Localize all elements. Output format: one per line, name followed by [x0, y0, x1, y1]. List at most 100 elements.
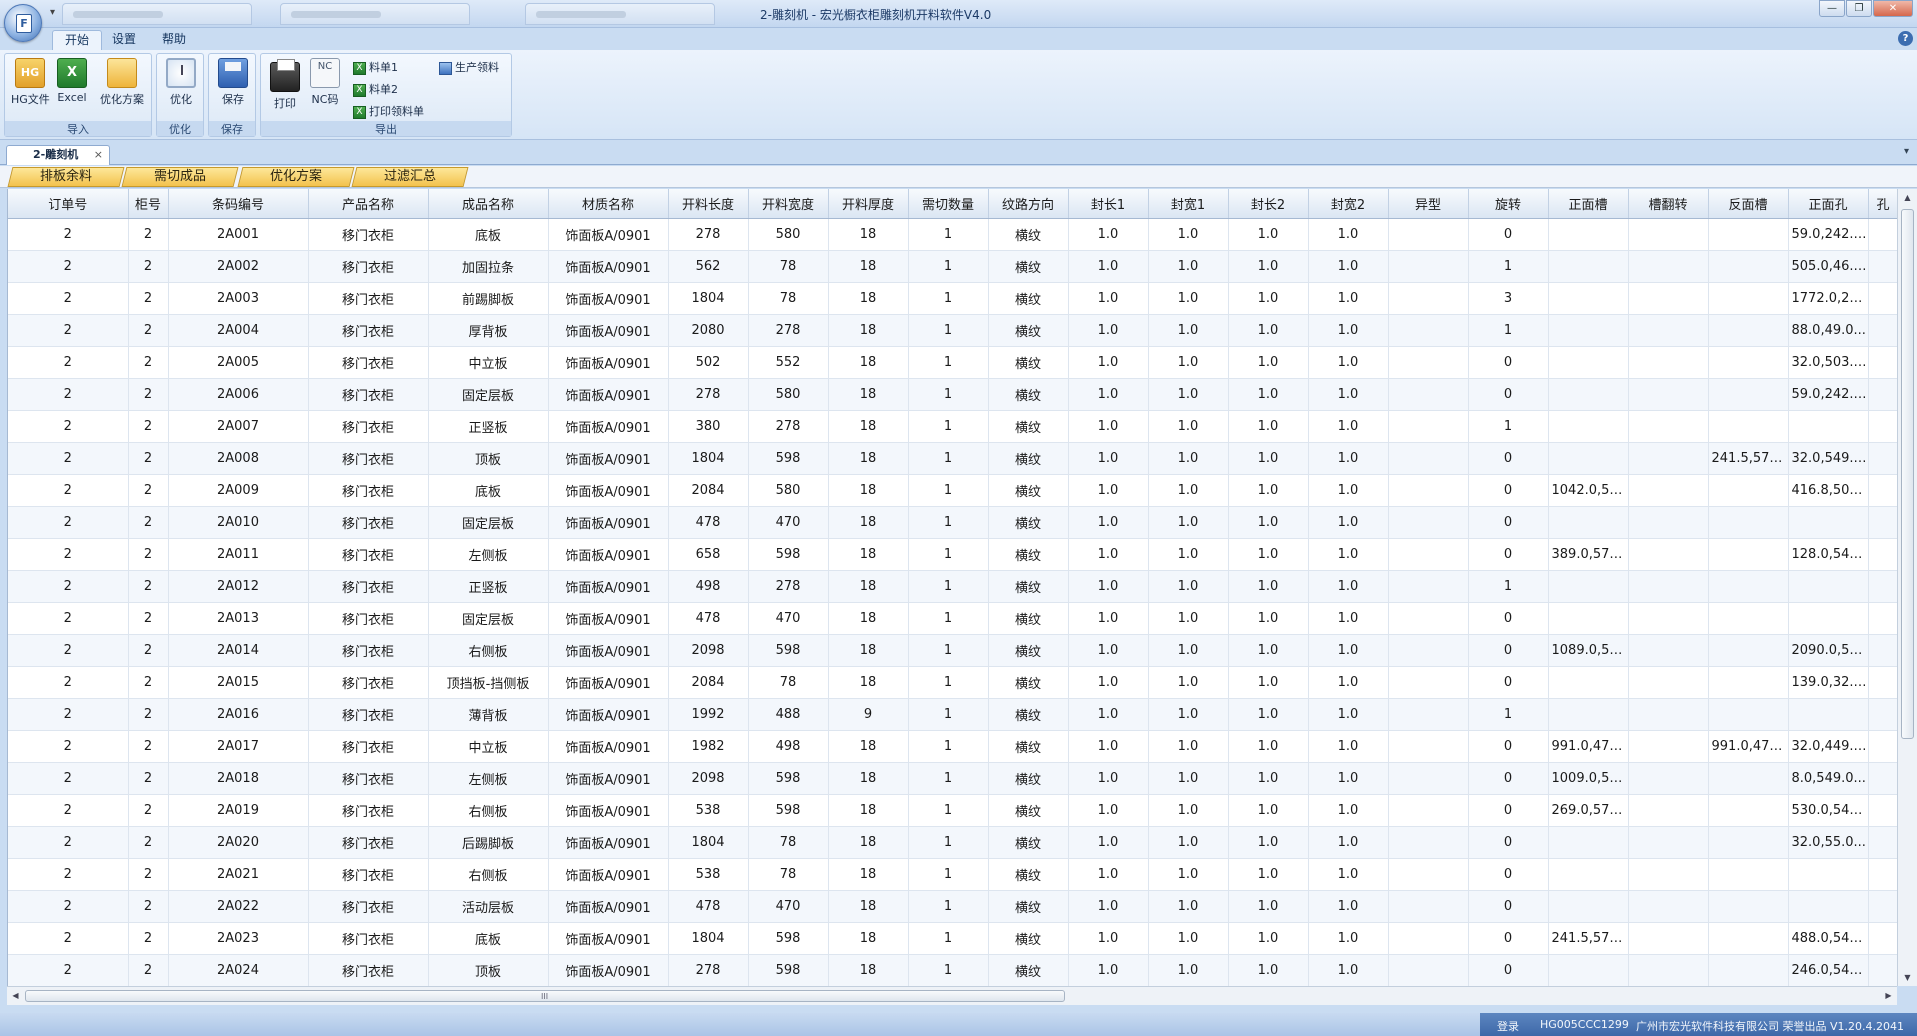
table-cell[interactable]: 18 — [828, 666, 909, 699]
table-cell[interactable] — [1708, 634, 1789, 667]
table-cell[interactable]: 1.0 — [1228, 826, 1309, 859]
table-cell[interactable]: 1 — [908, 954, 989, 986]
table-cell[interactable]: 2A012 — [168, 570, 309, 603]
table-cell[interactable]: 1.0 — [1068, 794, 1149, 827]
table-cell[interactable]: 241.5,576.... — [1548, 922, 1629, 955]
table-cell[interactable] — [1628, 698, 1709, 731]
table-cell[interactable] — [1628, 378, 1709, 411]
nc-code-button[interactable]: NC NC码 — [309, 58, 341, 107]
table-cell[interactable]: 1 — [1468, 250, 1549, 283]
scroll-left-icon[interactable]: ◀ — [7, 987, 24, 1005]
table-cell[interactable]: 1.0 — [1148, 794, 1229, 827]
table-cell[interactable] — [1548, 442, 1629, 475]
table-cell[interactable] — [1388, 730, 1469, 763]
table-cell[interactable]: 2A022 — [168, 890, 309, 923]
table-cell[interactable]: 2 — [8, 826, 129, 859]
table-cell[interactable]: 横纹 — [988, 410, 1069, 443]
table-cell[interactable]: 饰面板A/0901 — [548, 506, 669, 539]
close-icon[interactable]: × — [94, 146, 103, 164]
table-cell[interactable] — [1628, 442, 1709, 475]
table-cell[interactable] — [1708, 410, 1789, 443]
table-cell[interactable] — [1628, 282, 1709, 315]
table-cell[interactable]: 1.0 — [1148, 218, 1229, 251]
table-row[interactable]: 2 2 2A010 移门衣柜 固定层板 饰面板A/0901 478 470 18 1 横纹 1.0 1.… — [8, 506, 1897, 539]
table-cell[interactable]: 1.0 — [1148, 474, 1229, 507]
table-cell[interactable]: 饰面板A/0901 — [548, 218, 669, 251]
table-cell[interactable]: 18 — [828, 602, 909, 635]
table-cell[interactable]: 移门衣柜 — [308, 762, 429, 795]
table-cell[interactable]: 1 — [908, 314, 989, 347]
table-cell[interactable] — [1628, 410, 1709, 443]
table-cell[interactable]: 2 — [128, 570, 169, 603]
table-cell[interactable]: 1.0 — [1148, 730, 1229, 763]
table-cell[interactable]: 1.0 — [1228, 698, 1309, 731]
table-cell[interactable] — [1388, 570, 1469, 603]
table-cell[interactable]: 478 — [668, 890, 749, 923]
table-cell[interactable]: 固定层板 — [428, 506, 549, 539]
table-cell[interactable] — [1868, 922, 1897, 955]
column-header[interactable]: 旋转 — [1468, 189, 1549, 219]
table-cell[interactable]: 移门衣柜 — [308, 602, 429, 635]
table-cell[interactable]: 78 — [748, 858, 829, 891]
table-cell[interactable]: 移门衣柜 — [308, 442, 429, 475]
table-cell[interactable]: 1.0 — [1228, 250, 1309, 283]
table-cell[interactable] — [1388, 602, 1469, 635]
table-cell[interactable] — [1708, 314, 1789, 347]
table-cell[interactable]: 1 — [908, 698, 989, 731]
table-cell[interactable]: 1772.0,23.... — [1788, 282, 1869, 315]
table-cell[interactable]: 0 — [1468, 538, 1549, 571]
table-cell[interactable]: 横纹 — [988, 730, 1069, 763]
table-cell[interactable]: 1.0 — [1308, 474, 1389, 507]
table-cell[interactable]: 2 — [8, 282, 129, 315]
table-cell[interactable]: 2A019 — [168, 794, 309, 827]
table-cell[interactable]: 2 — [8, 666, 129, 699]
table-cell[interactable]: 2 — [128, 634, 169, 667]
column-header[interactable]: 正面孔 — [1788, 189, 1869, 219]
table-cell[interactable]: 1.0 — [1068, 762, 1149, 795]
table-cell[interactable]: 饰面板A/0901 — [548, 250, 669, 283]
table-cell[interactable] — [1868, 730, 1897, 763]
table-cell[interactable]: 1.0 — [1148, 346, 1229, 379]
table-cell[interactable]: 正竖板 — [428, 570, 549, 603]
table-cell[interactable]: 2 — [128, 442, 169, 475]
table-cell[interactable] — [1708, 794, 1789, 827]
table-cell[interactable]: 2A006 — [168, 378, 309, 411]
table-cell[interactable]: 1.0 — [1228, 634, 1309, 667]
table-cell[interactable]: 478 — [668, 506, 749, 539]
table-cell[interactable] — [1388, 794, 1469, 827]
table-cell[interactable] — [1868, 858, 1897, 891]
table-cell[interactable]: 18 — [828, 570, 909, 603]
table-cell[interactable]: 饰面板A/0901 — [548, 442, 669, 475]
table-cell[interactable]: 正竖板 — [428, 410, 549, 443]
table-cell[interactable] — [1868, 250, 1897, 283]
table-cell[interactable] — [1548, 890, 1629, 923]
table-cell[interactable]: 饰面板A/0901 — [548, 602, 669, 635]
table-cell[interactable] — [1708, 890, 1789, 923]
table-cell[interactable]: 1.0 — [1068, 314, 1149, 347]
column-header[interactable]: 孔 — [1868, 189, 1897, 219]
table-cell[interactable]: 顶板 — [428, 954, 549, 986]
table-cell[interactable]: 2A024 — [168, 954, 309, 986]
table-cell[interactable]: 1.0 — [1228, 314, 1309, 347]
table-cell[interactable]: 0 — [1468, 378, 1549, 411]
table-cell[interactable]: 厚背板 — [428, 314, 549, 347]
table-cell[interactable]: 2A001 — [168, 218, 309, 251]
table-row[interactable]: 2 2 2A022 移门衣柜 活动层板 饰面板A/0901 478 470 18 1 横纹 1.0 1.… — [8, 890, 1897, 923]
table-cell[interactable]: 2 — [8, 922, 129, 955]
table-cell[interactable]: 1.0 — [1068, 442, 1149, 475]
table-cell[interactable]: 1.0 — [1148, 634, 1229, 667]
table-cell[interactable]: 饰面板A/0901 — [548, 346, 669, 379]
table-cell[interactable]: 9 — [828, 698, 909, 731]
table-cell[interactable]: 1.0 — [1068, 506, 1149, 539]
table-cell[interactable]: 移门衣柜 — [308, 570, 429, 603]
table-cell[interactable]: 2 — [8, 442, 129, 475]
table-cell[interactable] — [1548, 410, 1629, 443]
table-cell[interactable]: 530.0,549.... — [1788, 794, 1869, 827]
table-cell[interactable]: 1.0 — [1308, 346, 1389, 379]
table-cell[interactable]: 移门衣柜 — [308, 378, 429, 411]
table-cell[interactable]: 2098 — [668, 762, 749, 795]
table-cell[interactable]: 右侧板 — [428, 634, 549, 667]
table-cell[interactable]: 1.0 — [1148, 282, 1229, 315]
table-cell[interactable] — [1708, 762, 1789, 795]
table-cell[interactable] — [1628, 506, 1709, 539]
